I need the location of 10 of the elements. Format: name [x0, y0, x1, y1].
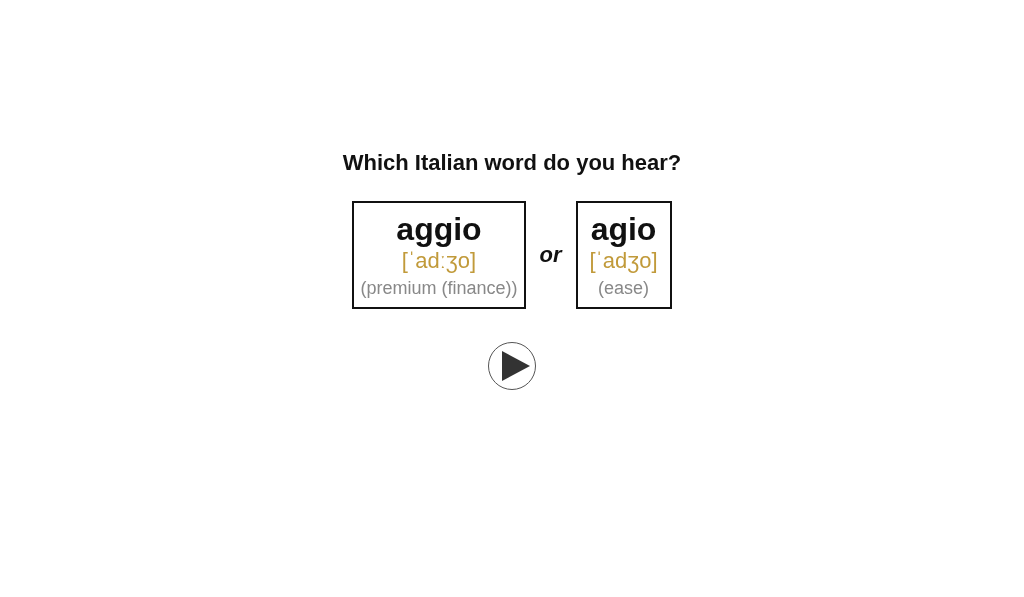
- play-icon: [500, 351, 530, 381]
- separator-text: or: [539, 242, 562, 268]
- question-text: Which Italian word do you hear?: [342, 150, 682, 176]
- word-text: agio: [590, 211, 657, 247]
- meaning-text: (ease): [598, 277, 650, 300]
- play-button[interactable]: [488, 342, 536, 390]
- meaning-text: (premium (finance)): [360, 277, 518, 300]
- word-text: aggio: [396, 211, 482, 247]
- pronunciation-text: [ˈadʒo]: [589, 247, 658, 275]
- pronunciation-text: [ˈadːʒo]: [401, 247, 477, 275]
